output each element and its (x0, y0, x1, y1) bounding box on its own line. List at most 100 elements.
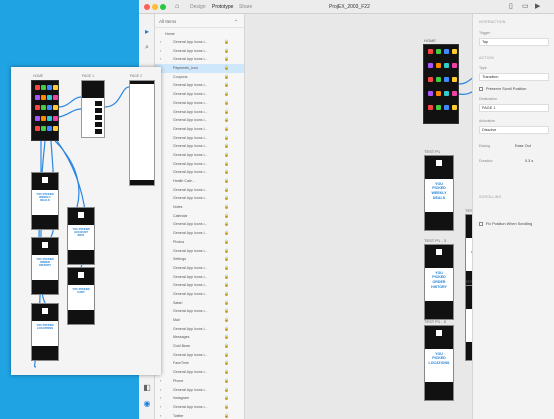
chevron-right-icon[interactable]: › (160, 55, 161, 64)
lock-icon[interactable]: 🔒 (224, 377, 229, 386)
lock-icon[interactable]: 🔒 (224, 194, 229, 203)
layer-item[interactable]: ›General App Icons i...🔒 (155, 290, 244, 299)
page1-menu-row[interactable] (94, 101, 102, 106)
lock-icon[interactable]: 🔒 (224, 273, 229, 282)
prototype-wire[interactable] (104, 86, 130, 108)
app-icon[interactable] (451, 77, 457, 82)
lock-icon[interactable]: 🔒 (224, 359, 229, 368)
layer-item[interactable]: ›Notes🔒 (155, 203, 244, 212)
app-icon[interactable] (46, 115, 52, 121)
lock-icon[interactable]: 🔒 (224, 247, 229, 256)
app-icon[interactable] (34, 105, 40, 111)
lock-icon[interactable]: 🔒 (224, 307, 229, 316)
result-card[interactable]: YOU PICKED ORDER HISTORY (31, 237, 59, 295)
app-icon[interactable] (427, 105, 433, 110)
layer-item[interactable]: ›General App Icons i...🔒 (155, 220, 244, 229)
layer-item[interactable]: ›Calendar🔒 (155, 212, 244, 221)
chevron-right-icon[interactable]: › (160, 386, 161, 395)
app-icon[interactable] (435, 105, 441, 110)
layer-item[interactable]: ›General App Icons i...🔒 (155, 116, 244, 125)
type-select[interactable]: Transition (479, 73, 549, 81)
result-card[interactable]: YOU PICKED CART (465, 285, 472, 361)
lock-icon[interactable]: 🔒 (224, 316, 229, 325)
lock-icon[interactable]: 🔒 (224, 264, 229, 273)
layer-item[interactable]: ›FaceTime🔒 (155, 359, 244, 368)
tab-share[interactable]: Share (239, 4, 252, 10)
lock-icon[interactable]: 🔒 (224, 368, 229, 377)
app-icon[interactable] (451, 49, 457, 54)
layer-item[interactable]: › Twitter 🔒 (155, 412, 244, 419)
layer-item[interactable]: ›General App Icons i...🔒 (155, 194, 244, 203)
result-card[interactable]: YOU PICKED WEEKLY DEALS (424, 155, 454, 231)
layer-item[interactable]: ›General App Icons i...🔒 (155, 325, 244, 334)
layer-item[interactable]: ›General App Icons i...🔒 (155, 281, 244, 290)
chevron-right-icon[interactable]: › (160, 412, 161, 419)
layer-item[interactable]: ›General App Icons i...🔒 (155, 186, 244, 195)
layer-item[interactable]: ›General App Icons i...🔒 (155, 108, 244, 117)
app-icon[interactable] (435, 91, 441, 96)
app-icon[interactable] (40, 95, 46, 101)
app-icon[interactable] (40, 115, 46, 121)
prototype-wire[interactable] (58, 96, 82, 108)
layer-item[interactable]: ›General App Icons i...🔒 (155, 368, 244, 377)
app-icon[interactable] (443, 77, 449, 82)
result-card[interactable]: YOU PICKED LOCATIONS (424, 325, 454, 401)
app-icon[interactable] (435, 77, 441, 82)
lock-icon[interactable]: 🔒 (224, 73, 229, 82)
app-icon[interactable] (34, 115, 40, 121)
layer-item[interactable]: ›General App Icons i...🔒 (155, 386, 244, 395)
chevron-down-icon[interactable]: ⌄ (234, 17, 238, 23)
app-icon[interactable] (46, 95, 52, 101)
lock-icon[interactable]: 🔒 (224, 99, 229, 108)
lock-icon[interactable]: 🔒 (224, 351, 229, 360)
home-artboard[interactable] (423, 44, 459, 124)
lock-icon[interactable]: 🔒 (224, 81, 229, 90)
page1-menu-row[interactable] (94, 115, 102, 120)
app-icon[interactable] (435, 49, 441, 54)
layer-item[interactable]: ›General App Icons i...🔒 (155, 307, 244, 316)
chevron-right-icon[interactable]: › (160, 47, 161, 56)
animation-select[interactable]: Dissolve (479, 126, 549, 134)
layer-item[interactable]: ›General App Icons i...🔒 (155, 403, 244, 412)
layer-item[interactable]: ›General App Icons i...🔒 (155, 99, 244, 108)
layer-item[interactable]: ›General App Icons i...🔒 (155, 247, 244, 256)
lock-icon[interactable]: 🔒 (224, 412, 229, 419)
canvas[interactable]: HOMEPAGE 1PAGE 2TEST P1YOU PICKED WEEKLY… (245, 14, 472, 419)
trigger-select[interactable]: Tap (479, 38, 549, 46)
lock-icon[interactable]: 🔒 (224, 299, 229, 308)
prototype-wire[interactable] (458, 88, 472, 95)
fix-position-checkbox[interactable] (479, 222, 483, 226)
assets-icon[interactable]: ◧ (143, 384, 151, 392)
page1-artboard[interactable] (81, 80, 105, 138)
zoom-window-button[interactable] (160, 4, 166, 10)
app-icon[interactable] (46, 85, 52, 90)
app-icon[interactable] (427, 77, 433, 82)
lock-icon[interactable]: 🔒 (224, 281, 229, 290)
app-icon[interactable] (443, 49, 449, 54)
lock-icon[interactable]: 🔒 (224, 186, 229, 195)
layer-item[interactable]: ›Gold Bean🔒 (155, 342, 244, 351)
layer-item[interactable]: ›General App Icons i...🔒 (155, 142, 244, 151)
app-icon[interactable] (427, 63, 433, 68)
lock-icon[interactable]: 🔒 (224, 212, 229, 221)
layer-item[interactable]: ›General App Icons i...🔒 (155, 134, 244, 143)
layer-item[interactable]: ›Messages🔒 (155, 333, 244, 342)
layer-item[interactable]: ›General App Icons i...🔒 (155, 151, 244, 160)
result-card[interactable]: YOU PICKED ORDER HISTORY (424, 244, 454, 320)
lock-icon[interactable]: 🔒 (224, 177, 229, 186)
layer-item[interactable]: ›General App Icons i...🔒 (155, 273, 244, 282)
layer-item[interactable]: ›Mail🔒 (155, 316, 244, 325)
minimize-window-button[interactable] (152, 4, 158, 10)
lock-icon[interactable]: 🔒 (224, 64, 229, 73)
search-icon[interactable]: ⌕ (143, 44, 151, 52)
page1-menu-row[interactable] (94, 129, 102, 134)
home-icon[interactable]: ⌂ (175, 3, 179, 11)
easing-select[interactable]: Ease Out (515, 144, 531, 148)
app-icon[interactable] (40, 105, 46, 111)
layer-item[interactable]: ›Settings🔒 (155, 255, 244, 264)
lock-icon[interactable]: 🔒 (224, 55, 229, 64)
device-icon[interactable]: ▭ (522, 3, 529, 11)
lock-icon[interactable]: 🔒 (224, 229, 229, 238)
destination-select[interactable]: PAGE 1 (479, 104, 549, 112)
layer-item[interactable]: ›Payments_Icon🔒 (155, 64, 244, 73)
